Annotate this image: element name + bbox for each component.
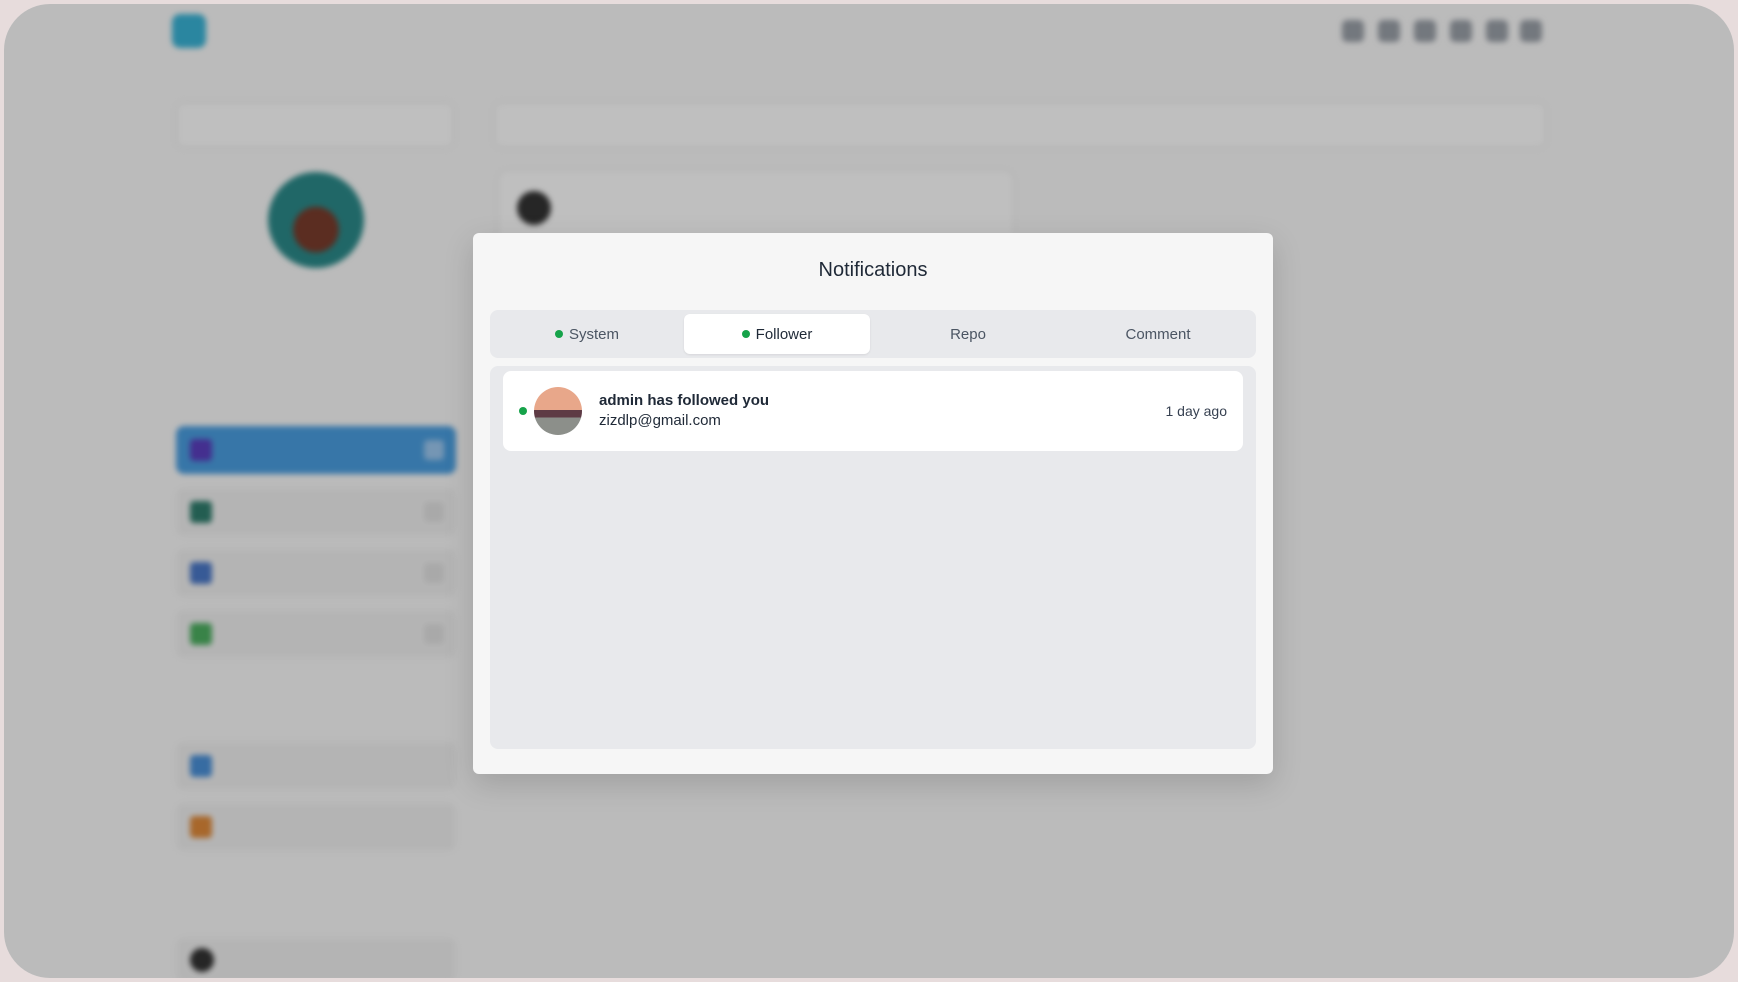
modal-title: Notifications (818, 259, 928, 281)
notification-time: 1 day ago (1165, 403, 1228, 419)
tab-follower[interactable]: Follower (684, 314, 870, 354)
notification-message: admin has followed you (599, 392, 770, 409)
tab-label: Comment (1125, 325, 1191, 343)
avatar (534, 387, 582, 435)
app-window: Notifications System Follower Repo Comme… (4, 4, 1734, 978)
tab-system[interactable]: System (494, 314, 680, 354)
tab-label: System (568, 325, 619, 343)
tab-label: Follower (755, 325, 813, 343)
notification-item[interactable]: admin has followed you zizdlp@gmail.com … (503, 371, 1243, 451)
tab-label: Repo (950, 325, 986, 343)
tab-repo[interactable]: Repo (875, 314, 1061, 354)
notification-tabs: System Follower Repo Comment (490, 310, 1256, 358)
tab-comment[interactable]: Comment (1065, 314, 1251, 354)
notification-email: zizdlp@gmail.com (599, 412, 721, 429)
notification-list: admin has followed you zizdlp@gmail.com … (490, 366, 1256, 749)
unread-dot (519, 407, 527, 415)
unread-dot (554, 330, 563, 338)
unread-dot (741, 330, 750, 338)
notifications-modal: Notifications System Follower Repo Comme… (473, 233, 1273, 774)
